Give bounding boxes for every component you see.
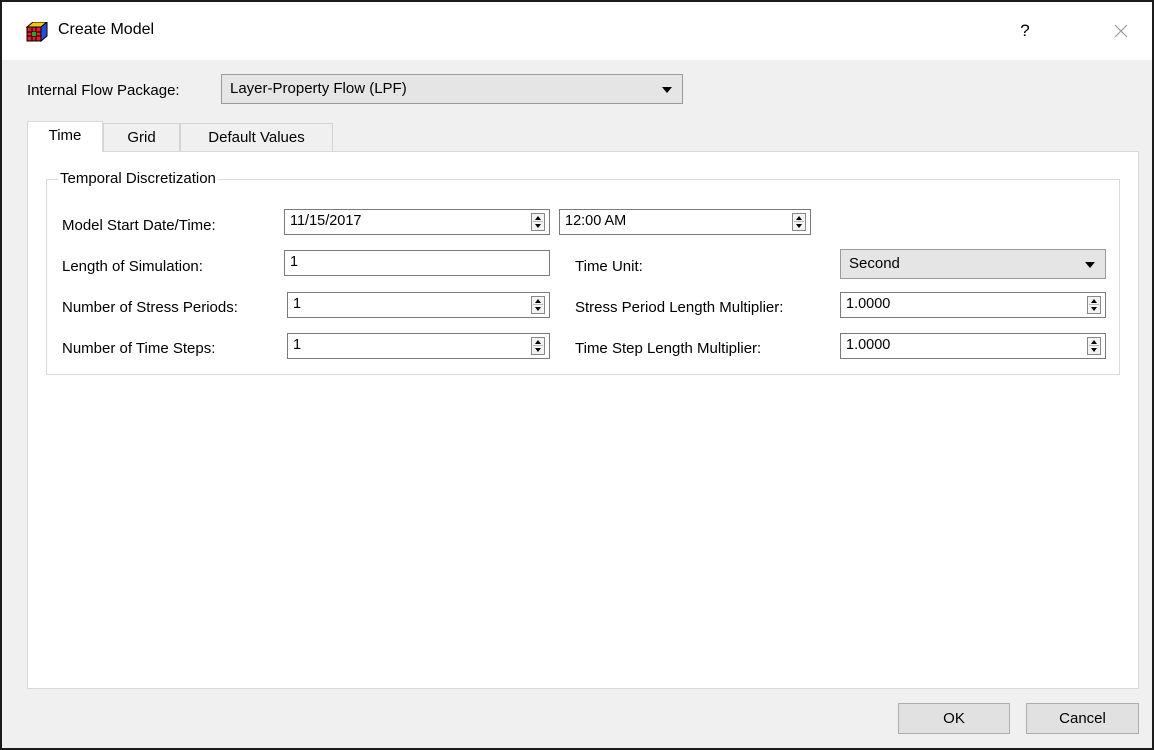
tab-time[interactable]: Time — [27, 121, 103, 152]
time-unit-label: Time Unit: — [575, 258, 643, 275]
sp-multiplier-value: 1.0000 — [846, 296, 891, 312]
chevron-down-icon — [662, 87, 672, 93]
spinner-icon[interactable] — [531, 337, 545, 355]
window-title: Create Model — [58, 21, 155, 38]
length-value: 1 — [290, 254, 299, 270]
time-steps-field[interactable]: 1 — [287, 333, 550, 359]
close-button[interactable] — [1108, 16, 1134, 46]
time-unit-dropdown[interactable]: Second — [840, 249, 1106, 279]
tab-grid[interactable]: Grid — [103, 123, 180, 151]
start-time-field[interactable]: 12:00 AM — [559, 209, 811, 235]
length-field[interactable]: 1 — [284, 250, 550, 276]
start-time-value: 12:00 AM — [565, 213, 627, 229]
stress-periods-field[interactable]: 1 — [287, 292, 550, 318]
ts-multiplier-label: Time Step Length Multiplier: — [575, 340, 762, 357]
sp-multiplier-label: Stress Period Length Multiplier: — [575, 299, 784, 316]
tab-default-values[interactable]: Default Values — [180, 123, 333, 151]
start-date-label: Model Start Date/Time: — [62, 217, 216, 234]
help-button[interactable]: ? — [1013, 16, 1037, 46]
flow-package-value: Layer-Property Flow (LPF) — [230, 80, 407, 97]
spinner-icon[interactable] — [1087, 337, 1101, 355]
spinner-icon[interactable] — [531, 296, 545, 314]
flow-package-dropdown[interactable]: Layer-Property Flow (LPF) — [221, 74, 683, 104]
ok-button[interactable]: OK — [898, 703, 1010, 734]
sp-multiplier-field[interactable]: 1.0000 — [840, 292, 1106, 318]
time-unit-value: Second — [849, 255, 900, 272]
start-date-field[interactable]: 11/15/2017 — [284, 209, 550, 235]
spinner-icon[interactable] — [1087, 296, 1101, 314]
ts-multiplier-value: 1.0000 — [846, 337, 891, 353]
stress-periods-label: Number of Stress Periods: — [62, 299, 238, 316]
chevron-down-icon — [1085, 262, 1095, 268]
time-steps-value: 1 — [293, 337, 302, 353]
length-label: Length of Simulation: — [62, 258, 203, 275]
cancel-button[interactable]: Cancel — [1026, 703, 1139, 734]
create-model-dialog: Create Model ? Internal Flow Package: La… — [0, 0, 1154, 750]
close-icon — [1114, 24, 1128, 38]
stress-periods-value: 1 — [293, 296, 302, 312]
spinner-icon[interactable] — [531, 213, 545, 231]
spinner-icon[interactable] — [792, 213, 806, 231]
model-grid-app-icon — [26, 22, 48, 42]
group-title: Temporal Discretization — [58, 170, 218, 187]
time-steps-label: Number of Time Steps: — [62, 340, 216, 357]
flow-package-label: Internal Flow Package: — [27, 82, 180, 99]
start-date-value: 11/15/2017 — [290, 213, 362, 229]
ts-multiplier-field[interactable]: 1.0000 — [840, 333, 1106, 359]
title-bar[interactable]: Create Model ? — [2, 2, 1152, 60]
